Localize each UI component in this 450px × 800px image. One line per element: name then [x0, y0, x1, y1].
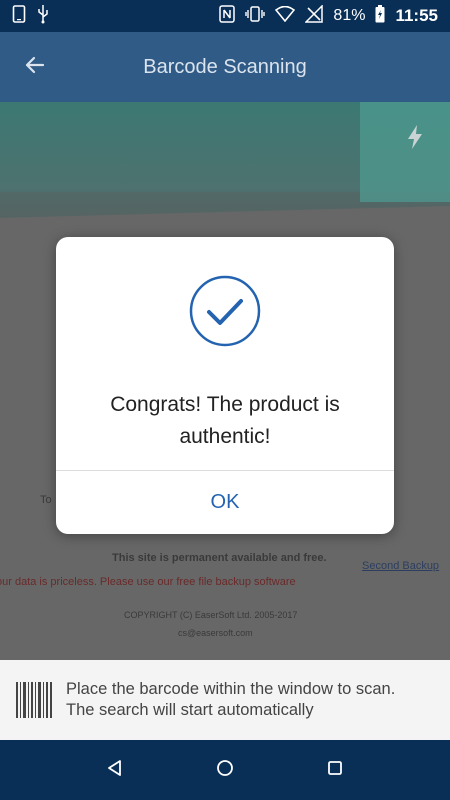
- nav-back-button[interactable]: [90, 745, 140, 795]
- app-bar: Barcode Scanning: [0, 32, 450, 102]
- scan-hint-line: The search will start automatically: [66, 701, 314, 719]
- nav-recents-button[interactable]: [310, 745, 360, 795]
- camera-background-text: To: [40, 494, 52, 506]
- success-dialog: Congrats! The product is authentic! OK: [56, 237, 394, 534]
- ok-button[interactable]: OK: [56, 471, 394, 534]
- usb-icon: [36, 4, 50, 28]
- recents-square-icon: [327, 760, 343, 780]
- camera-background-text: cs@easersoft.com: [178, 628, 253, 638]
- flash-icon: [405, 124, 425, 154]
- scan-hint-line: Place the barcode within the window to s…: [66, 680, 396, 698]
- back-button[interactable]: [0, 32, 70, 102]
- scan-hint-text: Place the barcode within the window to s…: [66, 679, 395, 721]
- battery-percent: 81%: [333, 7, 366, 24]
- camera-background-text: This site is permanent available and fre…: [112, 552, 327, 564]
- no-signal-icon: [304, 4, 324, 27]
- home-circle-icon: [216, 759, 234, 781]
- phone-icon: [12, 5, 26, 27]
- wifi-icon: [275, 5, 296, 26]
- nav-home-button[interactable]: [200, 745, 250, 795]
- flash-button[interactable]: [400, 124, 430, 154]
- camera-background-text: COPYRIGHT (C) EaserSoft Ltd. 2005-2017: [124, 610, 298, 620]
- arrow-left-icon: [23, 53, 47, 81]
- dialog-message: Congrats! The product is authentic!: [110, 393, 340, 448]
- nfc-icon: [219, 5, 236, 27]
- camera-background-text: Second Backup: [362, 560, 440, 572]
- scan-hint-bar: Place the barcode within the window to s…: [0, 660, 450, 740]
- back-triangle-icon: [106, 759, 124, 781]
- camera-background-text: our data is priceless. Please use our fr…: [0, 576, 296, 588]
- status-bar: 81% 11:55: [0, 0, 450, 32]
- barcode-icon: [16, 682, 52, 718]
- system-nav-bar: [0, 740, 450, 800]
- battery-icon: [375, 5, 385, 27]
- check-circle-icon: [189, 275, 261, 347]
- vibrate-icon: [245, 5, 266, 27]
- clock: 11:55: [395, 6, 438, 25]
